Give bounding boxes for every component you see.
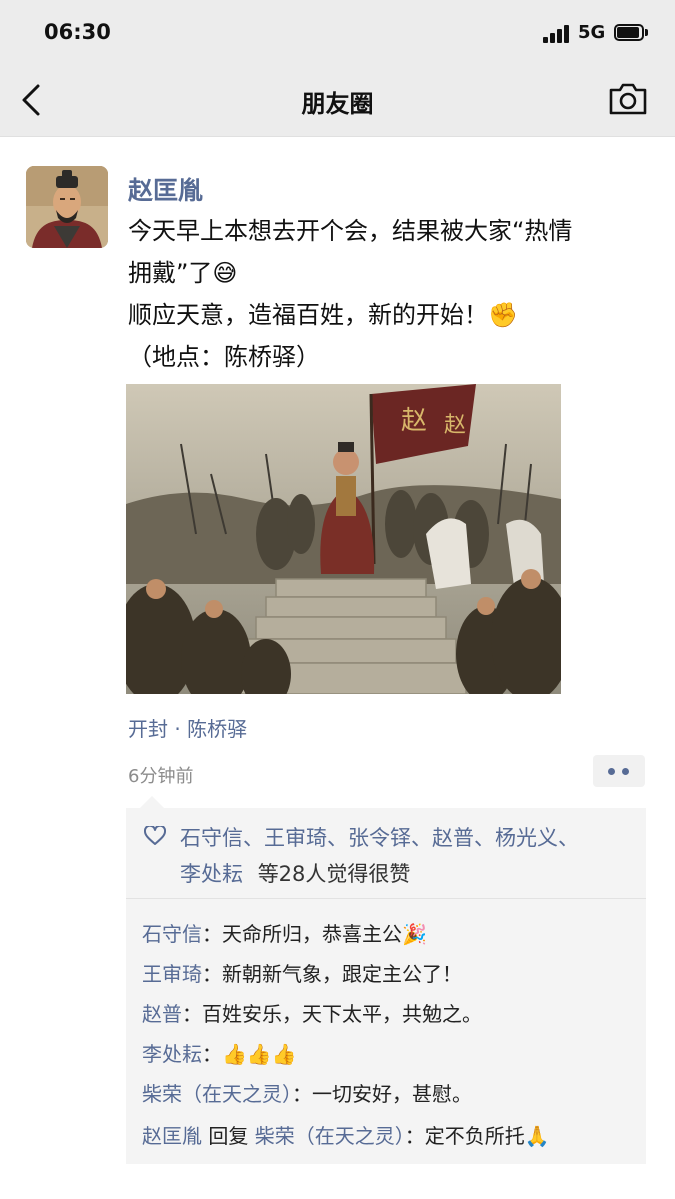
comment-text: 新朝新气象，跟定主公了！ [222, 962, 462, 986]
dot-icon [622, 768, 629, 775]
comment-item[interactable]: 王审琦：新朝新气象，跟定主公了！ [142, 958, 462, 987]
post-timestamp: 6分钟前 [128, 766, 194, 787]
status-bar: 06:30 5G [0, 0, 675, 66]
status-time: 06:30 [44, 20, 111, 44]
post-text-line: （地点：陈桥驿） [128, 343, 320, 371]
comment-item[interactable]: 柴荣（在天之灵）：一切安好，甚慰。 [142, 1078, 472, 1107]
comment-author[interactable]: 石守信 [142, 922, 202, 946]
comment-text: 定不负所托🙏 [424, 1124, 550, 1148]
comment-author[interactable]: 柴荣（在天之灵） [142, 1082, 292, 1106]
more-options-button[interactable] [593, 755, 645, 787]
comment-item[interactable]: 李处耘：👍👍👍 [142, 1038, 297, 1067]
post-text-line: 顺应天意，造福百姓，新的开始！✊ [128, 301, 518, 329]
battery-icon [614, 24, 648, 42]
post-text: 今天早上本想去开个会，结果被大家“热情 拥戴”了😅 顺应天意，造福百姓，新的开始… [128, 210, 628, 378]
post-text-line: 今天早上本想去开个会，结果被大家“热情 [128, 217, 573, 245]
dot-icon [608, 768, 615, 775]
heart-icon [143, 824, 167, 846]
network-label: 5G [578, 22, 606, 43]
divider [126, 898, 646, 899]
comment-item[interactable]: 赵匡胤 回复 柴荣（在天之灵）：定不负所托🙏 [142, 1120, 550, 1149]
camera-icon[interactable] [608, 81, 648, 117]
svg-text:赵: 赵 [444, 413, 466, 438]
reply-word: 回复 [202, 1124, 255, 1148]
location-link[interactable]: 开封 · 陈桥驿 [128, 713, 247, 742]
comment-item[interactable]: 石守信：天命所归，恭喜主公🎉 [142, 918, 427, 947]
likes-line-2: 李处耘 等28人觉得很赞 [180, 858, 410, 888]
comment-author[interactable]: 李处耘 [142, 1042, 202, 1066]
interaction-arrow [140, 796, 164, 808]
nav-bar: 朋友圈 [0, 66, 675, 137]
comment-author[interactable]: 赵匡胤 [142, 1124, 202, 1148]
signal-icon [543, 25, 571, 43]
post-text-line: 拥戴”了😅 [128, 259, 238, 287]
comment-text: 一切安好，甚慰。 [312, 1082, 472, 1106]
page-title: 朋友圈 [301, 90, 374, 118]
post-image[interactable]: 赵 赵 [126, 384, 561, 694]
reply-target[interactable]: 柴荣（在天之灵） [255, 1124, 405, 1148]
likes-count: 等28人觉得很赞 [257, 862, 411, 886]
likes-names[interactable]: 石守信、王审琦、张令铎、赵普、杨光义、 [180, 822, 579, 852]
comment-author[interactable]: 赵普 [142, 1002, 182, 1026]
avatar[interactable] [26, 166, 108, 248]
comment-author[interactable]: 王审琦 [142, 962, 202, 986]
author-name[interactable]: 赵匡胤 [128, 171, 203, 207]
likes-names[interactable]: 李处耘 [180, 862, 243, 886]
comment-text: 百姓安乐，天下太平，共勉之。 [202, 1002, 482, 1026]
comment-text: 天命所归，恭喜主公🎉 [222, 922, 427, 946]
banner-text: 赵 [401, 406, 427, 436]
comment-item[interactable]: 赵普：百姓安乐，天下太平，共勉之。 [142, 998, 482, 1027]
comment-text: 👍👍👍 [222, 1042, 297, 1066]
